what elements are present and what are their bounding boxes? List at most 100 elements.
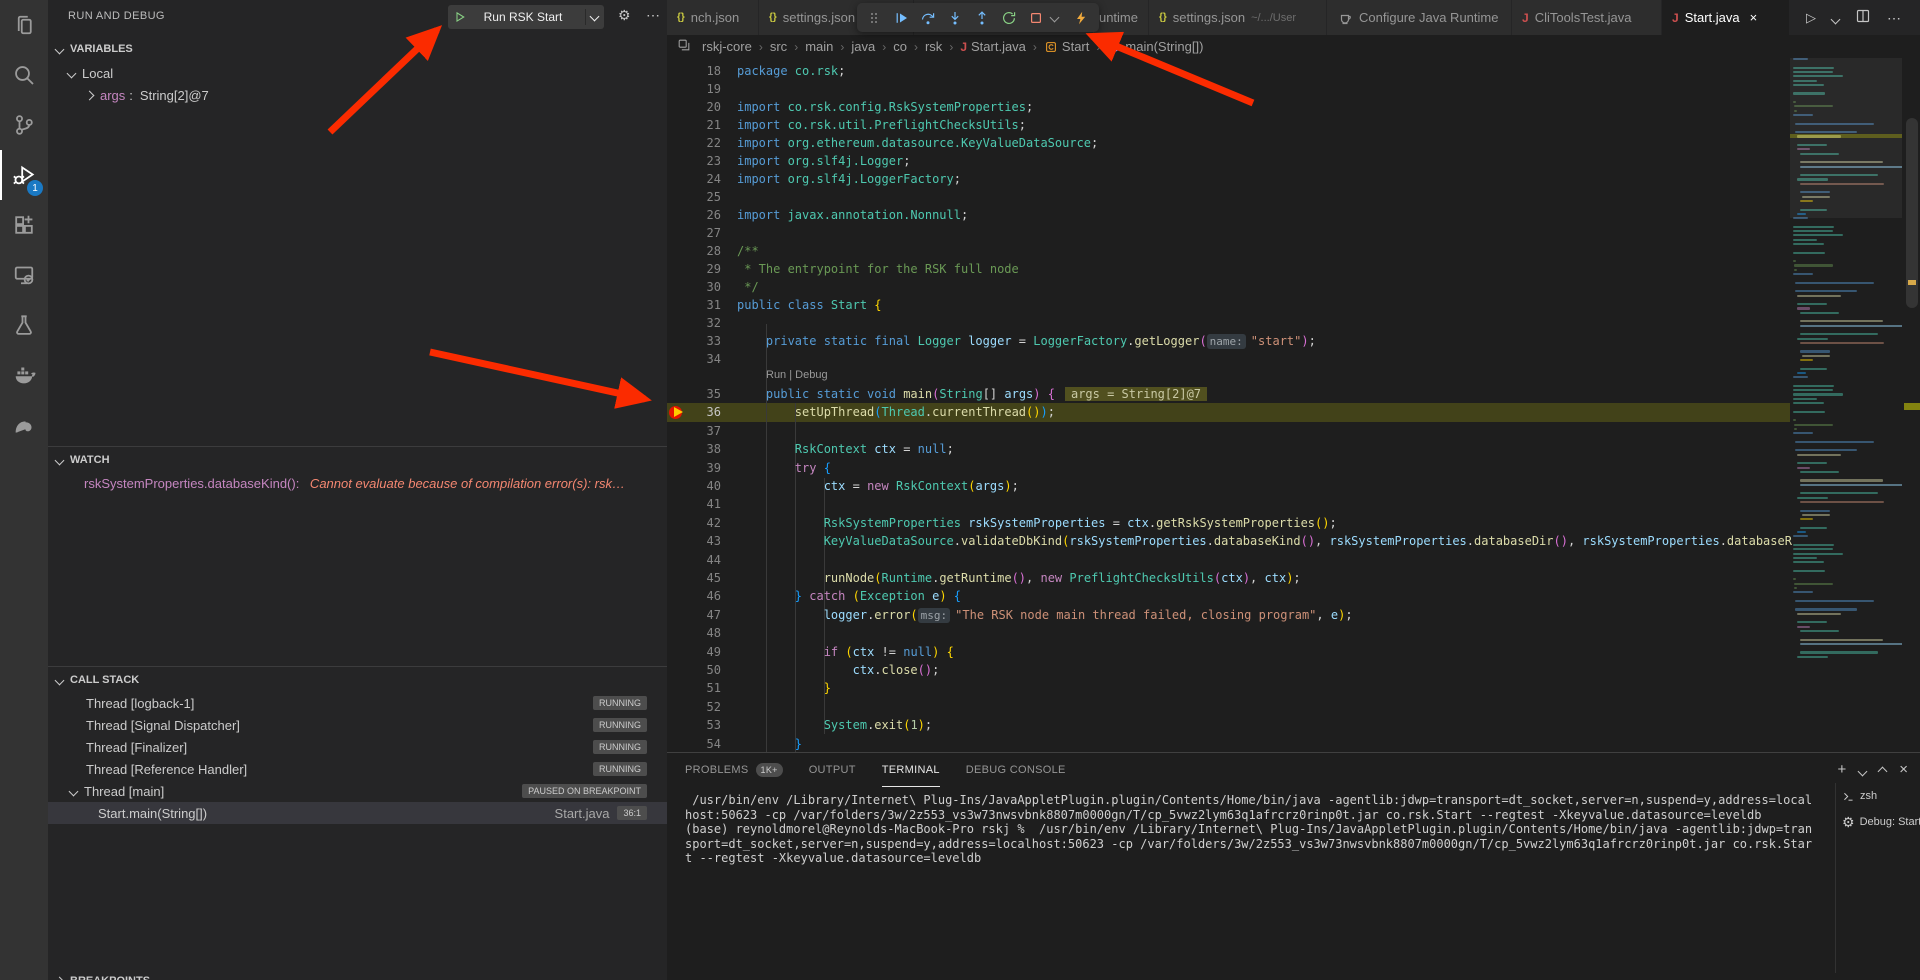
line-number: 42 xyxy=(679,514,721,532)
code-editor[interactable]: Run | Debug18package co.rsk;1920import c… xyxy=(667,58,1920,752)
new-terminal-icon[interactable]: + xyxy=(1837,761,1846,778)
minimap-slider[interactable] xyxy=(1790,58,1902,218)
codelens-run-debug[interactable]: Run | Debug xyxy=(766,369,828,381)
code-token: { xyxy=(874,298,881,312)
minimap-line xyxy=(1797,531,1806,533)
close-panel-icon[interactable]: × xyxy=(1899,761,1908,778)
step-over-icon[interactable] xyxy=(917,7,939,29)
minimap-line xyxy=(1800,639,1883,641)
terminal-list-item-zsh[interactable]: zsh xyxy=(1836,783,1920,809)
code-token: () xyxy=(1301,534,1315,548)
chevron-down-icon[interactable] xyxy=(1859,762,1866,778)
breadcrumb-item[interactable]: JStart.java xyxy=(960,39,1026,54)
call-stack-thread-row[interactable]: Thread [main]PAUSED ON BREAKPOINT xyxy=(48,780,667,802)
code-token: getLogger xyxy=(1134,334,1199,348)
code-token: () xyxy=(918,663,932,677)
stack-frame-row[interactable]: Start.main(String[])Start.java36:1 xyxy=(48,802,667,824)
chevron-down-icon xyxy=(1832,16,1839,23)
panel-tab-terminal[interactable]: TERMINAL xyxy=(882,754,940,787)
minimap-line xyxy=(1797,462,1827,464)
panel-tab-label: OUTPUT xyxy=(809,764,856,776)
activity-item-remote-explorer[interactable] xyxy=(0,250,48,300)
activity-item-testing[interactable] xyxy=(0,300,48,350)
tab-clitoolstest-java[interactable]: JCliToolsTest.java xyxy=(1512,0,1662,35)
code-token xyxy=(947,589,954,603)
inlay-hint: msg: xyxy=(918,608,951,623)
variables-section-header[interactable]: VARIABLES xyxy=(48,38,667,60)
more-actions-icon[interactable]: ⋯ xyxy=(646,7,660,23)
panel-tab-debug-console[interactable]: DEBUG CONSOLE xyxy=(966,754,1066,787)
code-token: ( xyxy=(1199,334,1206,348)
split-editor-icon[interactable] xyxy=(1855,8,1871,27)
terminal-list-item-debugstart[interactable]: ⚙Debug: Start xyxy=(1836,809,1920,835)
minimap[interactable] xyxy=(1790,58,1902,698)
breadcrumb-item[interactable]: src xyxy=(770,39,787,54)
breadcrumb-item[interactable]: Start xyxy=(1044,39,1089,54)
panel-tab-output[interactable]: OUTPUT xyxy=(809,754,856,787)
code-line: if (ctx != null) { xyxy=(737,643,954,661)
chevron-down-icon[interactable] xyxy=(590,11,600,21)
gear-icon[interactable]: ⚙ xyxy=(618,7,631,23)
watch-expression-row[interactable]: rskSystemProperties.databaseKind(): Cann… xyxy=(48,472,667,494)
tab-start-java[interactable]: JStart.java× xyxy=(1662,0,1790,35)
breadcrumb-item[interactable]: main(String[]) xyxy=(1107,39,1203,54)
thread-status-badge: RUNNING xyxy=(593,718,647,732)
activity-item-docker[interactable] xyxy=(0,350,48,400)
activity-item-files[interactable] xyxy=(0,0,48,50)
activity-item-extensions[interactable] xyxy=(0,200,48,250)
chevron-down-icon xyxy=(56,677,63,684)
step-out-icon[interactable] xyxy=(971,7,993,29)
run-file-icon[interactable]: ▷ xyxy=(1806,9,1816,26)
breakpoints-section-header[interactable]: BREAKPOINTS xyxy=(48,970,667,980)
vscode-window: { "colors":{ "tokens":{"kw":"#569cd6","c… xyxy=(0,0,1920,980)
activity-bar: 1 xyxy=(0,0,48,980)
tab-settings-json[interactable]: {}settings.json~/.../User xyxy=(1149,0,1327,35)
code-line: } xyxy=(737,735,802,752)
breadcrumb-item[interactable]: rsk xyxy=(925,39,942,54)
breadcrumb-item[interactable]: main xyxy=(805,39,833,54)
panel-tab-label: TERMINAL xyxy=(882,764,940,776)
code-token xyxy=(737,608,824,622)
variables-scope-local[interactable]: Local xyxy=(48,62,667,84)
variable-row[interactable]: args:String[2]@7 xyxy=(48,84,667,106)
hot-code-replace-icon[interactable] xyxy=(1070,7,1092,29)
minimap-line xyxy=(1793,393,1843,395)
code-token: PreflightChecksUtils xyxy=(1069,571,1214,585)
pages-icon[interactable] xyxy=(677,38,691,55)
play-icon xyxy=(454,11,466,23)
call-stack-thread-row[interactable]: Thread [Finalizer]RUNNING xyxy=(48,736,667,758)
tab-nch-json[interactable]: {}nch.json xyxy=(667,0,759,35)
call-stack-thread-row[interactable]: Thread [Signal Dispatcher]RUNNING xyxy=(48,714,667,736)
watch-section-header[interactable]: WATCH xyxy=(48,449,667,471)
more-actions-icon[interactable]: ⋯ xyxy=(1887,10,1901,26)
chevron-down-icon[interactable] xyxy=(1832,10,1839,26)
close-icon[interactable]: × xyxy=(1750,10,1758,25)
activity-item-gradle[interactable] xyxy=(0,400,48,450)
breadcrumb-item[interactable]: java xyxy=(851,39,875,54)
call-stack-thread-row[interactable]: Thread [logback-1]RUNNING xyxy=(48,692,667,714)
code-token: { xyxy=(947,645,954,659)
activity-item-source-control[interactable] xyxy=(0,100,48,150)
code-token: RskContext xyxy=(896,479,968,493)
breadcrumb-item[interactable]: rskj-core xyxy=(702,39,752,54)
code-line: public class Start { xyxy=(737,296,882,314)
overview-ruler[interactable] xyxy=(1904,58,1920,752)
call-stack-section-header[interactable]: CALL STACK xyxy=(48,669,667,691)
step-into-icon[interactable] xyxy=(944,7,966,29)
minimap-line xyxy=(1794,428,1797,430)
restart-icon[interactable] xyxy=(998,7,1020,29)
code-token: ctx xyxy=(853,663,875,677)
maximize-panel-icon[interactable] xyxy=(1879,762,1886,778)
tab-configure-java-runtime[interactable]: Configure Java Runtime xyxy=(1327,0,1512,35)
panel-tab-problems[interactable]: PROBLEMS1K+ xyxy=(685,754,783,787)
activity-item-run-debug[interactable]: 1 xyxy=(0,150,48,200)
call-stack-thread-row[interactable]: Thread [Reference Handler]RUNNING xyxy=(48,758,667,780)
launch-config-button[interactable]: Run RSK Start xyxy=(448,5,604,29)
continue-icon[interactable] xyxy=(890,7,912,29)
activity-item-search[interactable] xyxy=(0,50,48,100)
chevron-down-icon[interactable] xyxy=(1044,7,1066,29)
terminal-line: host:50623 -cp /var/folders/3w/2z553_vs3… xyxy=(685,808,1825,823)
breadcrumb-item[interactable]: co xyxy=(893,39,907,54)
code-token: runNode xyxy=(824,571,875,585)
code-token: ; xyxy=(1091,136,1098,150)
